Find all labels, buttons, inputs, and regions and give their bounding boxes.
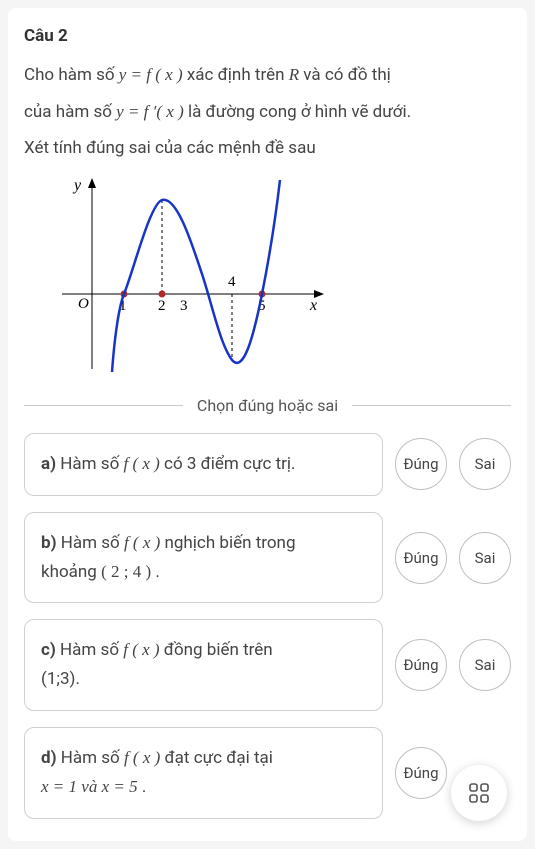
true-button[interactable]: Đúng bbox=[395, 438, 447, 490]
option-row-b: b) Hàm số f ( x ) nghịch biến trong khoả… bbox=[24, 512, 511, 604]
text: Hàm số bbox=[61, 748, 124, 768]
true-button[interactable]: Đúng bbox=[395, 639, 447, 691]
question-text-line-3: Xét tính đúng sai của các mệnh đề sau bbox=[24, 133, 511, 164]
math-fx: f ( x ) bbox=[124, 533, 160, 552]
text: đồng biến trên bbox=[164, 640, 273, 660]
text: là đường cong ở hình vẽ dưới. bbox=[188, 102, 411, 122]
grid-menu-button[interactable] bbox=[451, 765, 507, 821]
math-y-fprime: y = f ′( x ) bbox=[116, 102, 184, 121]
option-row-d: d) Hàm số f ( x ) đạt cực đại tại x = 1 … bbox=[24, 727, 511, 819]
option-box: c) Hàm số f ( x ) đồng biến trên (1;3). bbox=[24, 619, 383, 711]
svg-text:x: x bbox=[309, 297, 317, 314]
option-key: b) bbox=[41, 533, 57, 553]
question-number: Câu 2 bbox=[24, 26, 511, 46]
text: có 3 điểm cực trị. bbox=[164, 454, 295, 474]
graph-container: y x O 1 2 3 4 5 bbox=[24, 170, 511, 382]
option-box: d) Hàm số f ( x ) đạt cực đại tại x = 1 … bbox=[24, 727, 383, 819]
question-text-line-1: Cho hàm số y = f ( x ) xác định trên R v… bbox=[24, 60, 511, 91]
text: Hàm số bbox=[60, 640, 123, 660]
false-button[interactable]: Sai bbox=[459, 639, 511, 691]
math-R: R bbox=[289, 65, 299, 84]
divider-line bbox=[24, 405, 183, 406]
math-y-fx: y = f ( x ) bbox=[119, 65, 183, 84]
divider-line bbox=[352, 405, 511, 406]
option-key: d) bbox=[41, 748, 57, 768]
derivative-graph: y x O 1 2 3 4 5 bbox=[42, 174, 332, 374]
false-button[interactable]: Sai bbox=[459, 438, 511, 490]
option-key: c) bbox=[41, 640, 56, 660]
svg-text:O: O bbox=[78, 296, 89, 312]
text: và có đồ thị bbox=[303, 65, 391, 85]
instruction-divider: Chọn đúng hoặc sai bbox=[24, 396, 511, 415]
math-fx: f ( x ) bbox=[123, 640, 159, 659]
option-box: b) Hàm số f ( x ) nghịch biến trong khoả… bbox=[24, 512, 383, 604]
text: (1;3). bbox=[41, 669, 80, 689]
true-button[interactable]: Đúng bbox=[395, 747, 447, 799]
svg-text:4: 4 bbox=[228, 274, 236, 290]
instruction-text: Chọn đúng hoặc sai bbox=[183, 396, 352, 415]
math-interval: ( 2 ; 4 ) bbox=[101, 562, 151, 581]
text: Hàm số bbox=[61, 533, 124, 553]
question-text-line-2: của hàm số y = f ′( x ) là đường cong ở … bbox=[24, 97, 511, 128]
text: . bbox=[155, 562, 159, 582]
option-row-a: a) Hàm số f ( x ) có 3 điểm cực trị. Đún… bbox=[24, 433, 511, 496]
true-button[interactable]: Đúng bbox=[395, 532, 447, 584]
text: nghịch biến trong bbox=[165, 533, 296, 553]
math-x-values: x = 1 và x = 5 bbox=[41, 777, 138, 796]
svg-text:3: 3 bbox=[180, 298, 188, 314]
math-fx: f ( x ) bbox=[124, 748, 160, 767]
text: Hàm số bbox=[60, 454, 123, 474]
option-key: a) bbox=[41, 454, 56, 474]
text: xác định trên bbox=[187, 65, 289, 85]
grid-icon bbox=[469, 783, 489, 803]
option-row-c: c) Hàm số f ( x ) đồng biến trên (1;3). … bbox=[24, 619, 511, 711]
false-button[interactable]: Sai bbox=[459, 532, 511, 584]
option-box: a) Hàm số f ( x ) có 3 điểm cực trị. bbox=[24, 433, 383, 496]
svg-text:2: 2 bbox=[158, 298, 166, 314]
text: khoảng bbox=[41, 562, 101, 582]
svg-text:y: y bbox=[72, 177, 82, 194]
text: của hàm số bbox=[24, 102, 116, 122]
math-fx: f ( x ) bbox=[123, 454, 159, 473]
text: Cho hàm số bbox=[24, 65, 119, 85]
question-card: Câu 2 Cho hàm số y = f ( x ) xác định tr… bbox=[8, 8, 527, 841]
text: đạt cực đại tại bbox=[165, 748, 273, 768]
text: . bbox=[142, 777, 146, 797]
